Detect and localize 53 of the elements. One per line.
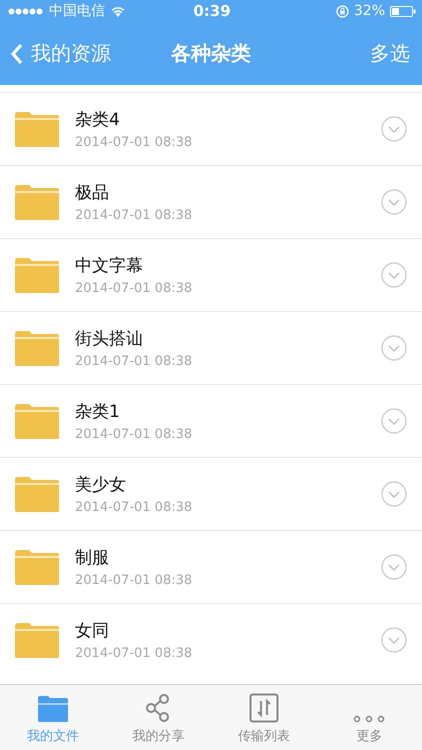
folder-date: 2014-07-01 08:38 [75,135,194,150]
folder-date: 2014-07-01 08:38 [75,354,194,369]
folder-row[interactable]: 美少女 2014-07-01 08:38 [0,457,422,530]
folder-date: 2014-07-01 08:38 [75,427,194,442]
folder-icon [14,476,60,512]
folder-row[interactable]: 杂类4 2014-07-01 08:38 [0,92,422,165]
expand-icon[interactable] [381,116,407,142]
folder-date: 2014-07-01 08:38 [75,573,194,588]
expand-icon[interactable] [381,481,407,507]
folder-name: 美少女 [75,474,127,496]
folder-date: 2014-07-01 08:38 [75,500,194,515]
folder-date: 2014-07-01 08:38 [75,208,194,223]
battery-icon [390,6,416,16]
folder-icon [14,110,60,148]
folder-icon [14,548,60,586]
folder-row[interactable]: 极品 2014-07-01 08:38 [0,165,422,238]
folder-name: 杂类1 [75,401,121,423]
share-icon [145,693,172,723]
expand-icon[interactable] [381,627,407,653]
expand-icon[interactable] [381,262,407,288]
folder-name: 街头搭讪 [75,328,144,350]
expand-icon[interactable] [381,335,407,361]
transfer-icon [248,693,279,723]
folder-name: 制服 [75,547,110,569]
folder-icon [14,402,60,440]
clock: 0:39 [193,2,231,20]
folder-name: 女同 [75,620,110,642]
folder-name: 中文字幕 [75,255,144,277]
battery-percent: 32% [354,3,385,19]
chevron-left-icon [10,42,23,64]
more-icon [353,715,386,723]
rotation-lock-icon [336,4,349,18]
folder-date: 2014-07-01 08:38 [75,646,194,661]
folder-icon [14,330,60,366]
folder-date: 2014-07-01 08:38 [75,281,194,296]
folder-icon [14,622,60,658]
folder-icon [14,184,60,220]
folder-name: 杂类4 [75,109,121,131]
signal-icon [8,8,44,14]
expand-icon[interactable] [381,408,407,434]
wifi-icon [110,5,126,17]
folder-row[interactable]: 杂类1 2014-07-01 08:38 [0,384,422,457]
folder-icon [36,695,69,723]
expand-icon[interactable] [381,189,407,215]
expand-icon[interactable] [381,554,407,580]
folder-row[interactable]: 制服 2014-07-01 08:38 [0,530,422,603]
page-title: 各种杂类 [171,40,251,67]
folder-row[interactable]: 街头搭讪 2014-07-01 08:38 [0,311,422,384]
carrier-name: 中国电信 [49,2,105,20]
folder-row[interactable]: 女同 2014-07-01 08:38 [0,603,422,676]
folder-name: 极品 [75,182,110,204]
folder-row[interactable]: 中文字幕 2014-07-01 08:38 [0,238,422,311]
folder-icon [14,256,60,294]
